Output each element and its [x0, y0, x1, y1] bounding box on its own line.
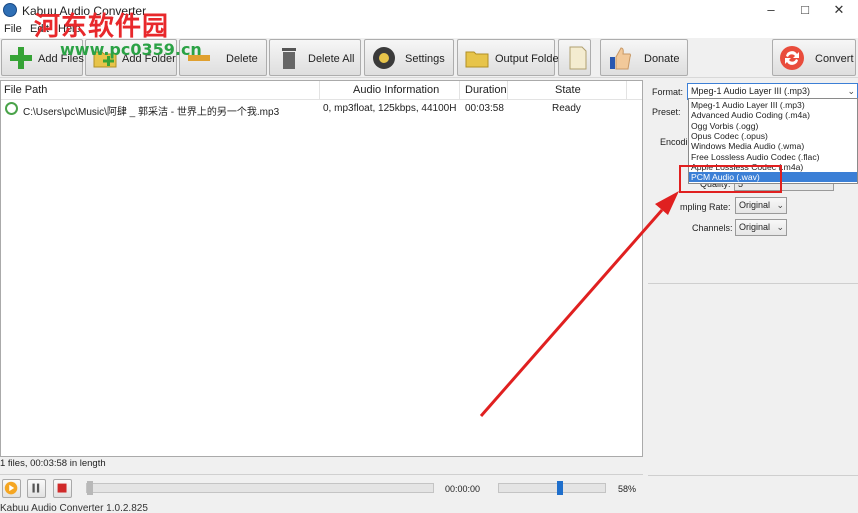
panel-divider [648, 475, 858, 476]
open-output-button[interactable] [558, 39, 591, 76]
format-option-flac[interactable]: Free Lossless Audio Codec (.flac) [689, 152, 857, 162]
output-folder-label: Output Folder [495, 53, 563, 65]
delete-all-label: Delete All [308, 53, 355, 65]
format-label: Format: [652, 87, 684, 97]
watermark-text: 河东软件园 [34, 12, 170, 42]
state-cell: Ready [552, 103, 581, 114]
settings-label: Settings [405, 53, 445, 65]
stop-icon [57, 483, 67, 493]
file-list[interactable]: File Path Audio Information Duration Sta… [0, 80, 643, 457]
column-state[interactable]: State [555, 81, 581, 99]
annotation-highlight-box [679, 165, 782, 193]
column-audio-information[interactable]: Audio Information [353, 81, 439, 99]
convert-button[interactable]: Convert [772, 39, 856, 76]
table-row[interactable]: C:\Users\pc\Music\阿肆 _ 郭采洁 - 世界上的另一个我.mp… [1, 101, 642, 118]
settings-button[interactable]: Settings [364, 39, 454, 76]
app-window: Kabuu Audio Converter – □ ✕ File Edit He… [0, 0, 858, 513]
format-option-mp3[interactable]: Mpeg-1 Audio Layer III (.mp3) [689, 100, 857, 110]
trash-icon [282, 48, 296, 69]
column-separator [319, 81, 320, 100]
column-file-path[interactable]: File Path [4, 81, 47, 99]
playback-time: 00:00:00 [445, 484, 481, 494]
format-option-opus[interactable]: Opus Codec (.opus) [689, 131, 857, 141]
column-duration[interactable]: Duration [465, 81, 507, 99]
close-button[interactable]: ✕ [822, 0, 856, 22]
file-path-cell: C:\Users\pc\Music\阿肆 _ 郭采洁 - 世界上的另一个我.mp… [23, 107, 280, 118]
duration-cell: 00:03:58 [465, 103, 504, 114]
convert-label: Convert [815, 53, 854, 65]
thumbs-up-icon [610, 47, 631, 70]
format-option-m4a-aac[interactable]: Advanced Audio Coding (.m4a) [689, 110, 857, 120]
volume-slider-thumb[interactable] [557, 481, 563, 495]
output-folder-button[interactable]: Output Folder [457, 39, 562, 76]
play-icon [4, 481, 18, 495]
delete-label: Delete [226, 53, 258, 65]
status-text: 1 files, 00:03:58 in length [0, 458, 106, 469]
stop-button[interactable] [53, 479, 72, 498]
version-text: Kabuu Audio Converter 1.0.2.825 [0, 503, 148, 513]
audio-info-cell: 0, mp3float, 125kbps, 44100H... [323, 103, 457, 114]
format-option-wma[interactable]: Windows Media Audio (.wma) [689, 141, 857, 151]
minimize-button[interactable]: – [754, 0, 788, 22]
donate-label: Donate [644, 53, 680, 65]
preset-label: Preset: [652, 107, 681, 117]
app-logo-icon [3, 3, 17, 17]
sampling-rate-value: Original [739, 200, 771, 210]
sampling-rate-label: mpling Rate: [680, 202, 731, 212]
sampling-rate-select[interactable]: Original ⌄ [735, 197, 787, 214]
panel-divider [648, 283, 858, 284]
donate-button[interactable]: Donate [600, 39, 688, 76]
settings-gear-icon [373, 47, 395, 69]
play-button[interactable] [2, 479, 21, 498]
encoding-label: Encodi [660, 137, 688, 147]
player-bar: 00:00:00 58% [0, 474, 643, 501]
file-list-header: File Path Audio Information Duration Sta… [1, 81, 642, 100]
status-bar: Kabuu Audio Converter 1.0.2.825 [0, 502, 858, 513]
clock-icon [5, 102, 18, 115]
chevron-down-icon: ⌄ [776, 222, 784, 232]
format-option-ogg[interactable]: Ogg Vorbis (.ogg) [689, 121, 857, 131]
channels-label: Channels: [692, 223, 733, 233]
folder-icon [465, 51, 489, 68]
chevron-down-icon: ⌄ [847, 86, 855, 96]
column-separator [507, 81, 508, 100]
watermark-url: www.pc0359.cn [60, 40, 202, 59]
document-icon [569, 46, 587, 70]
pause-button[interactable] [27, 479, 46, 498]
seek-slider[interactable] [86, 481, 434, 495]
volume-percent: 58% [618, 484, 637, 494]
menu-file[interactable]: File [4, 23, 22, 35]
volume-slider[interactable] [498, 481, 606, 495]
chevron-down-icon: ⌄ [776, 200, 784, 210]
seek-slider-thumb[interactable] [87, 481, 93, 495]
channels-select[interactable]: Original ⌄ [735, 219, 787, 236]
column-separator [626, 81, 627, 100]
column-separator [459, 81, 460, 100]
format-select-value: Mpeg-1 Audio Layer III (.mp3) [691, 86, 811, 96]
add-files-icon [10, 47, 32, 69]
delete-all-button[interactable]: Delete All [269, 39, 361, 76]
convert-icon [780, 46, 804, 70]
pause-icon [32, 483, 40, 493]
channels-value: Original [739, 222, 771, 232]
maximize-button[interactable]: □ [788, 0, 822, 22]
